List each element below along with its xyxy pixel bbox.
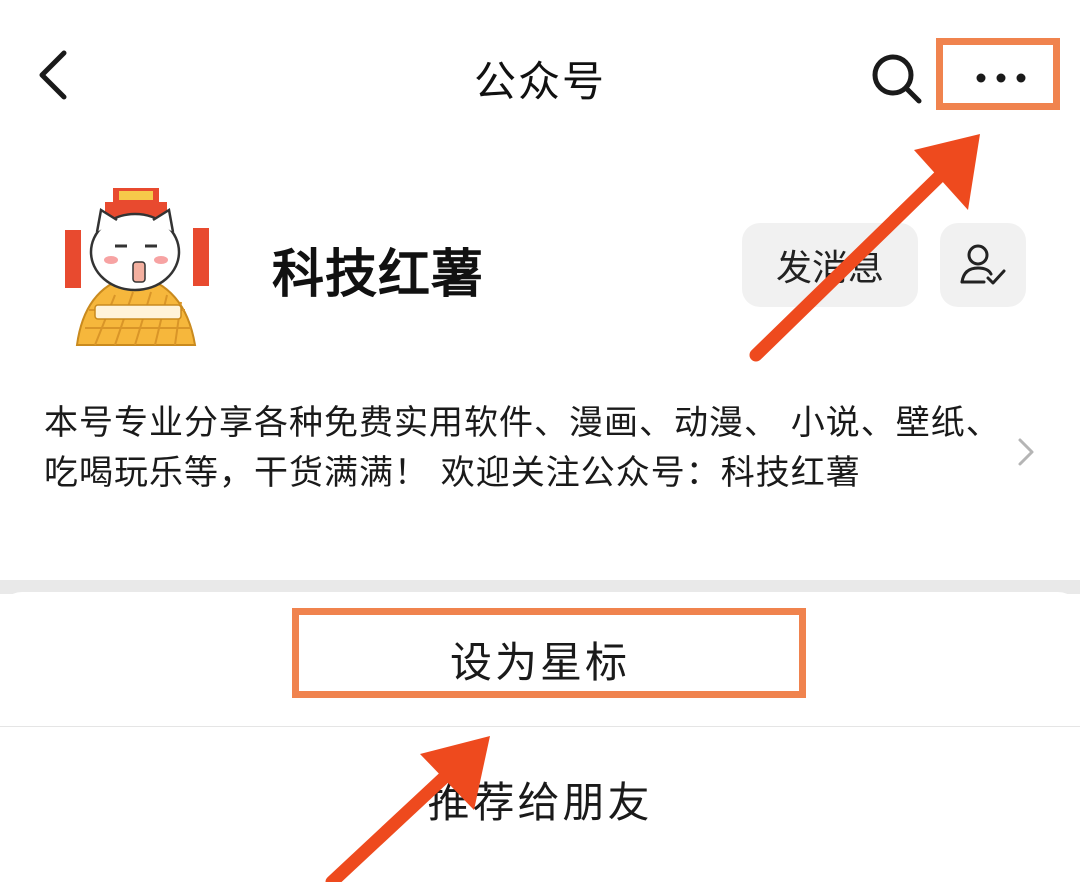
send-message-button[interactable]: 发消息	[742, 223, 918, 307]
recommend-to-friend-button[interactable]: 推荐给朋友	[0, 732, 1080, 866]
account-description[interactable]: 本号专业分享各种免费实用软件、漫画、动漫、 小说、壁纸、吃喝玩乐等，干货满满！ …	[44, 398, 1004, 498]
set-as-starred-button[interactable]: 设为星标	[0, 592, 1080, 727]
search-button[interactable]	[866, 50, 926, 106]
profile-header: 科技红薯 发消息	[0, 160, 1080, 360]
nav-bar: 公众号	[0, 0, 1080, 150]
more-button[interactable]	[952, 48, 1044, 104]
account-name: 科技红薯	[272, 245, 485, 305]
action-sheet: 设为星标 推荐给朋友	[0, 592, 1080, 882]
search-icon	[872, 54, 922, 104]
chevron-right-icon[interactable]	[1010, 432, 1040, 472]
ellipsis-icon	[976, 73, 1026, 83]
account-profile-page: 公众号 科技红薯 发消息 本号专业分享各种免费实用软件、漫画、动漫、 小说、壁纸…	[0, 0, 1080, 580]
user-check-icon	[960, 244, 1006, 285]
cat-mascot-avatar	[65, 188, 209, 346]
follow-status-button[interactable]	[940, 223, 1026, 307]
avatar[interactable]	[55, 180, 215, 350]
